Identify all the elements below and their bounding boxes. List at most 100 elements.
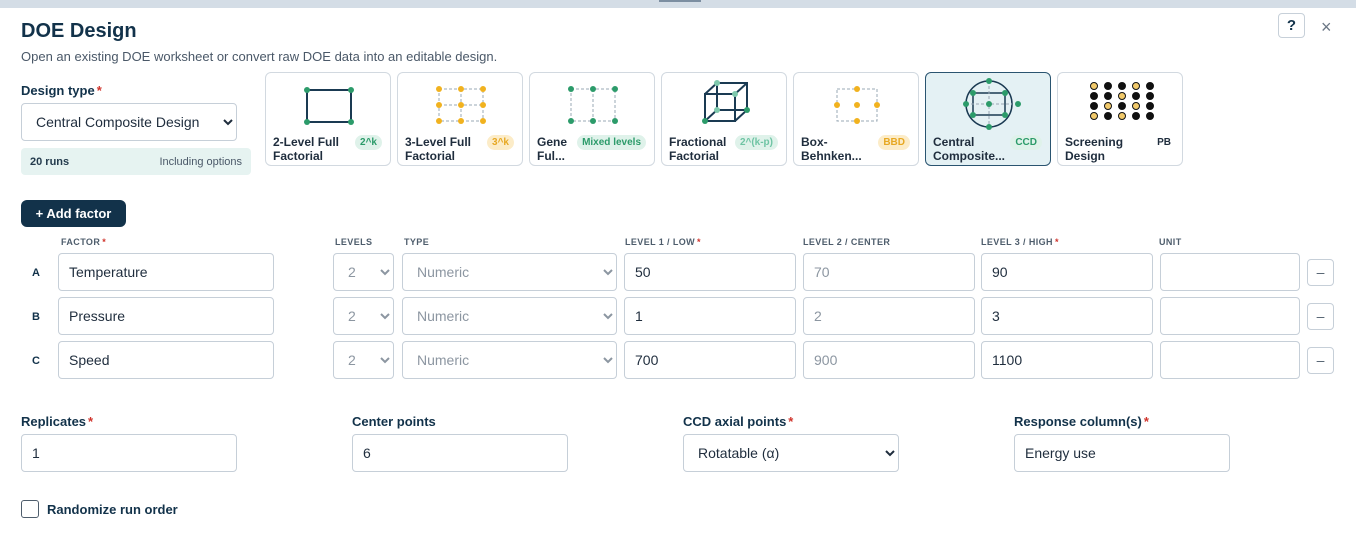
response-column-input[interactable] [1014,434,1230,472]
matrix-dot [1146,82,1154,90]
matrix-dot [1090,102,1098,110]
card-badge: 2^(k-p) [734,135,778,150]
close-icon[interactable]: × [1321,17,1332,37]
card-badge: 3^k [487,135,514,150]
col-unit: UNIT [1159,237,1182,247]
matrix-dot [1146,112,1154,120]
axial-points-select[interactable]: Rotatable (α) [683,434,899,472]
matrix-dot [1118,92,1126,100]
ccd-circle-icon [963,78,1021,130]
card-label: Box-Behnken... [801,135,862,163]
col-type: TYPE [404,237,430,247]
factor-name-input[interactable] [58,253,274,291]
runs-count: 20 runs [30,156,70,168]
type-select[interactable]: Numeric [402,341,617,379]
cube-icon [702,80,750,124]
runs-note: Including options [159,156,242,168]
remove-factor-button[interactable]: – [1307,303,1334,330]
level-low-input[interactable] [624,341,796,379]
runs-summary: 20 runs Including options [21,148,251,175]
levels-select[interactable]: 2 [333,341,394,379]
design-card-screening[interactable]: Screening Design PB [1057,72,1183,166]
col-level2: LEVEL 2 / CENTER [803,237,891,247]
type-select[interactable]: Numeric [402,297,617,335]
card-label: Gene Ful... [537,135,568,163]
level-center-input[interactable] [803,253,975,291]
design-card-box-behnken[interactable]: Box-Behnken... BBD [793,72,919,166]
dialog-subtitle: Open an existing DOE worksheet or conver… [21,49,498,64]
drag-handle[interactable] [659,0,701,2]
remove-factor-button[interactable]: – [1307,347,1334,374]
col-factor: FACTOR * [61,237,107,247]
factor-name-input[interactable] [58,297,274,335]
card-label: Central Composite... [933,135,1006,163]
square-design-icon [304,87,354,125]
center-points-label: Center points [352,414,436,429]
design-type-label: Design type * [21,83,102,98]
design-type-select[interactable]: Central Composite Design [21,103,237,141]
level-low-input[interactable] [624,253,796,291]
card-label: 3-Level Full Factorial [405,135,472,163]
matrix-dot [1118,82,1126,90]
design-card-3-level-full-factorial[interactable]: 3-Level Full Factorial 3^k [397,72,523,166]
design-card-2-level-full-factorial[interactable]: 2-Level Full Factorial 2^k [265,72,391,166]
mixed-grid-icon [568,86,618,124]
unit-input[interactable] [1160,297,1300,335]
replicates-input[interactable] [21,434,237,472]
col-levels: LEVELS [335,237,373,247]
box-behnken-icon [834,86,880,124]
add-factor-button[interactable]: + Add factor [21,200,126,227]
matrix-dot [1090,112,1098,120]
design-card-central-composite[interactable]: Central Composite... CCD [925,72,1051,166]
matrix-dot [1104,82,1112,90]
card-badge: CCD [1010,135,1042,150]
level-high-input[interactable] [981,297,1153,335]
matrix-dot [1146,92,1154,100]
level-center-input[interactable] [803,297,975,335]
design-card-fractional-factorial[interactable]: Fractional Factorial 2^(k-p) [661,72,787,166]
dot-matrix-icon [1090,82,1154,120]
center-points-input[interactable] [352,434,568,472]
randomize-label: Randomize run order [47,502,178,517]
matrix-dot [1090,92,1098,100]
matrix-dot [1132,82,1140,90]
design-card-general-full-factorial[interactable]: Gene Ful... Mixed levels [529,72,655,166]
card-badge: Mixed levels [577,135,646,150]
response-column-label: Response column(s) * [1014,414,1149,429]
level-low-input[interactable] [624,297,796,335]
card-label: Screening Design [1065,135,1124,163]
level-high-input[interactable] [981,341,1153,379]
factor-name-input[interactable] [58,341,274,379]
card-badge: BBD [878,135,910,150]
levels-select[interactable]: 2 [333,297,394,335]
unit-input[interactable] [1160,341,1300,379]
replicates-label: Replicates * [21,414,94,429]
matrix-dot [1104,112,1112,120]
level-high-input[interactable] [981,253,1153,291]
top-drag-bar [0,0,1356,8]
matrix-dot [1146,102,1154,110]
remove-factor-button[interactable]: – [1307,259,1334,286]
matrix-dot [1118,112,1126,120]
type-select[interactable]: Numeric [402,253,617,291]
grid-3x3-icon [436,86,486,124]
col-level3: LEVEL 3 / HIGH * [981,237,1059,247]
level-center-input[interactable] [803,341,975,379]
matrix-dot [1132,92,1140,100]
matrix-dot [1104,102,1112,110]
matrix-dot [1090,82,1098,90]
matrix-dot [1104,92,1112,100]
levels-select[interactable]: 2 [333,253,394,291]
randomize-checkbox[interactable] [21,500,39,518]
matrix-dot [1132,112,1140,120]
card-badge: PB [1157,137,1171,148]
card-label: 2-Level Full Factorial [273,135,340,163]
dialog-title: DOE Design [21,20,137,42]
factor-id: B [32,311,40,323]
axial-points-label: CCD axial points * [683,414,794,429]
factor-id: A [32,267,40,279]
factor-id: C [32,355,40,367]
unit-input[interactable] [1160,253,1300,291]
help-button[interactable]: ? [1278,13,1305,38]
card-badge: 2^k [355,135,382,150]
